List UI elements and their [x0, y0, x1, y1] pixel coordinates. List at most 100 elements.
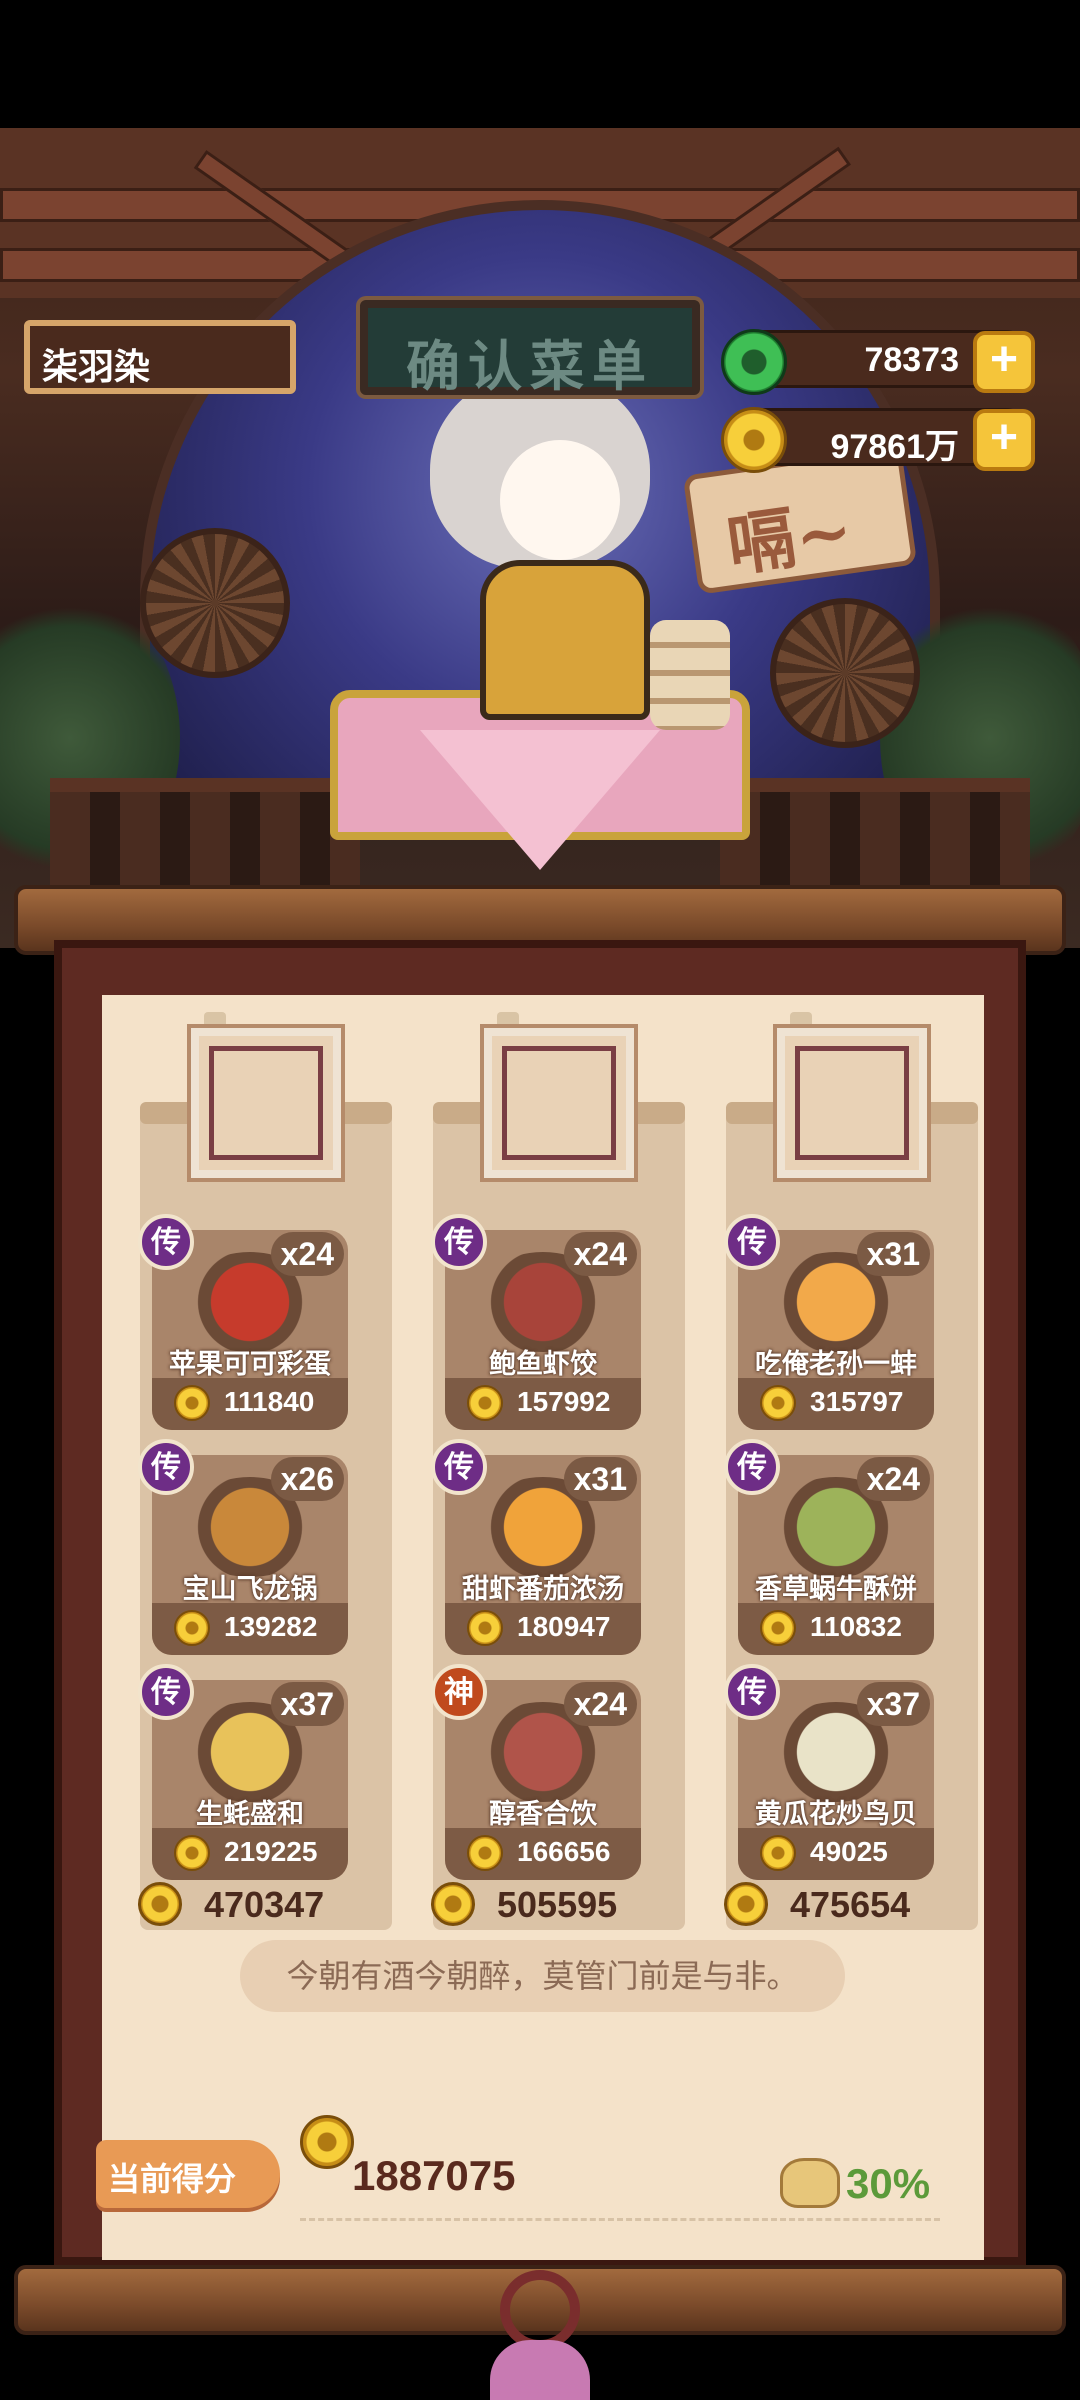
dish-name: 吃俺老孙一蚌: [755, 1349, 917, 1379]
column-total-value: 470347: [204, 1884, 325, 1925]
copper-coin-icon: [760, 1385, 796, 1421]
rarity-badge: 传: [138, 1439, 194, 1495]
dish-price-bar: 315797: [738, 1378, 934, 1430]
dish-price-bar: 219225: [152, 1828, 348, 1880]
add-coins-button[interactable]: +: [973, 409, 1035, 471]
page-title: 确认菜单: [406, 334, 654, 398]
dish-price: 315797: [810, 1386, 904, 1417]
customer-column: 传 x31 吃俺老孙一蚌 315797 传 x24 香草蜗牛酥饼 110832 传 x37 黄瓜花炒…: [724, 1012, 978, 1930]
dish-price: 139282: [224, 1611, 318, 1642]
rarity-badge: 传: [724, 1664, 780, 1720]
dish-price: 49025: [810, 1836, 888, 1867]
burp-sign-text: 嗝~: [722, 490, 858, 587]
fan-decoration: [770, 598, 920, 748]
coin-amount: 97861万: [830, 428, 959, 466]
dumpling-stack-icon: [650, 620, 730, 730]
rarity-badge: 传: [138, 1214, 194, 1270]
score-divider: [300, 2218, 940, 2221]
jade-amount: 78373: [864, 341, 959, 379]
rarity-badge: 神: [431, 1664, 487, 1720]
dish-price: 157992: [517, 1386, 611, 1417]
customer-portrait[interactable]: [191, 1028, 341, 1178]
dish-quantity: x24: [563, 1682, 637, 1726]
dish-quantity: x24: [856, 1457, 930, 1501]
rarity-badge: 传: [431, 1439, 487, 1495]
dish-quantity: x37: [856, 1682, 930, 1726]
dish-price: 219225: [224, 1836, 318, 1867]
copper-coin-icon: [467, 1835, 503, 1871]
copper-coin-icon: [174, 1610, 210, 1646]
character-face: [500, 440, 620, 560]
current-score-label: 当前得分: [108, 2161, 237, 2197]
copper-coin-icon: [174, 1385, 210, 1421]
customer-column: 传 x24 鲍鱼虾饺 157992 传 x31 甜虾番茄浓汤 180947 神 x24 醇香合饮 16…: [431, 1012, 685, 1930]
dish-name: 香草蜗牛酥饼: [755, 1574, 917, 1604]
copper-coin-icon: [138, 1882, 182, 1926]
dish-quantity: x24: [563, 1232, 637, 1276]
coin-currency-bar: 97861万 +: [721, 407, 1035, 473]
dish-card[interactable]: 传 x24 鲍鱼虾饺 157992: [431, 1214, 641, 1430]
rarity-badge: 传: [431, 1214, 487, 1270]
dish-card[interactable]: 传 x31 甜虾番茄浓汤 180947: [431, 1439, 641, 1655]
dish-quantity: x31: [856, 1232, 930, 1276]
dish-card[interactable]: 神 x24 醇香合饮 166656: [431, 1664, 641, 1880]
dish-price: 111840: [224, 1386, 315, 1417]
confirm-menu-plaque: 确认菜单: [360, 300, 700, 398]
dish-quantity: x37: [270, 1682, 344, 1726]
bonus-percent: 30%: [846, 2160, 931, 2207]
dish-price-bar: 166656: [445, 1828, 641, 1880]
current-score-value: 1887075: [352, 2152, 516, 2199]
dish-price: 110832: [810, 1611, 902, 1642]
dish-quantity: x31: [563, 1457, 637, 1501]
fan-decoration: [140, 528, 290, 678]
dish-card[interactable]: 传 x37 生蚝盛和 219225: [138, 1664, 348, 1880]
jade-coin-icon: [721, 329, 787, 395]
dish-card[interactable]: 传 x26 宝山飞龙锅 139282: [138, 1439, 348, 1655]
dish-price-bar: 111840: [152, 1378, 348, 1430]
player-name-box: 柒羽染: [24, 320, 296, 394]
rarity-badge: 传: [724, 1439, 780, 1495]
dish-name: 苹果可可彩蛋: [169, 1349, 331, 1379]
green-haired-customer-portrait: [209, 1046, 323, 1160]
dish-name: 鲍鱼虾饺: [489, 1349, 597, 1379]
customer-portrait[interactable]: [777, 1028, 927, 1178]
copper-coin-icon: [760, 1610, 796, 1646]
copper-coin-icon: [724, 1882, 768, 1926]
copper-coin-icon: [174, 1835, 210, 1871]
dish-price: 166656: [517, 1836, 611, 1867]
dish-price-bar: 49025: [738, 1828, 934, 1880]
dish-name: 黄瓜花炒鸟贝: [755, 1799, 917, 1829]
dish-name: 宝山飞龙锅: [182, 1574, 318, 1604]
add-jade-button[interactable]: +: [973, 331, 1035, 393]
status-bar-area: [0, 0, 1080, 128]
customer-column: 传 x24 苹果可可彩蛋 111840 传 x26 宝山飞龙锅 139282 传 x37 生蚝盛和 2…: [138, 1012, 392, 1930]
bonus-pet-icon: [780, 2158, 840, 2208]
dish-name: 甜虾番茄浓汤: [462, 1574, 624, 1604]
current-score-button[interactable]: 当前得分: [96, 2140, 280, 2208]
copper-coin-icon: [300, 2115, 354, 2169]
rarity-badge: 传: [724, 1214, 780, 1270]
copper-coin-icon: [721, 407, 787, 473]
column-total-value: 475654: [790, 1884, 911, 1925]
dish-quantity: x26: [270, 1457, 344, 1501]
rarity-badge: 传: [138, 1664, 194, 1720]
dish-name: 醇香合饮: [489, 1799, 597, 1829]
customer-portrait[interactable]: [484, 1028, 634, 1178]
copper-coin-icon: [760, 1835, 796, 1871]
dish-quantity: x24: [270, 1232, 344, 1276]
player-name: 柒羽染: [42, 346, 151, 387]
dish-price-bar: 139282: [152, 1603, 348, 1655]
dish-name: 生蚝盛和: [196, 1799, 304, 1829]
tassel-decoration: [490, 2340, 590, 2400]
motto-text: 今朝有酒今朝醉，莫管门前是与非。: [240, 1940, 845, 2012]
copper-coin-icon: [431, 1882, 475, 1926]
dish-price-bar: 157992: [445, 1378, 641, 1430]
dish-card[interactable]: 传 x37 黄瓜花炒鸟贝 49025: [724, 1664, 934, 1880]
dish-price-bar: 110832: [738, 1603, 934, 1655]
dish-card[interactable]: 传 x31 吃俺老孙一蚌 315797: [724, 1214, 934, 1430]
jade-currency-bar: 78373 +: [721, 329, 1035, 395]
dish-card[interactable]: 传 x24 苹果可可彩蛋 111840: [138, 1214, 348, 1430]
crowned-customer-portrait: [502, 1046, 616, 1160]
dish-price-bar: 180947: [445, 1603, 641, 1655]
dish-card[interactable]: 传 x24 香草蜗牛酥饼 110832: [724, 1439, 934, 1655]
